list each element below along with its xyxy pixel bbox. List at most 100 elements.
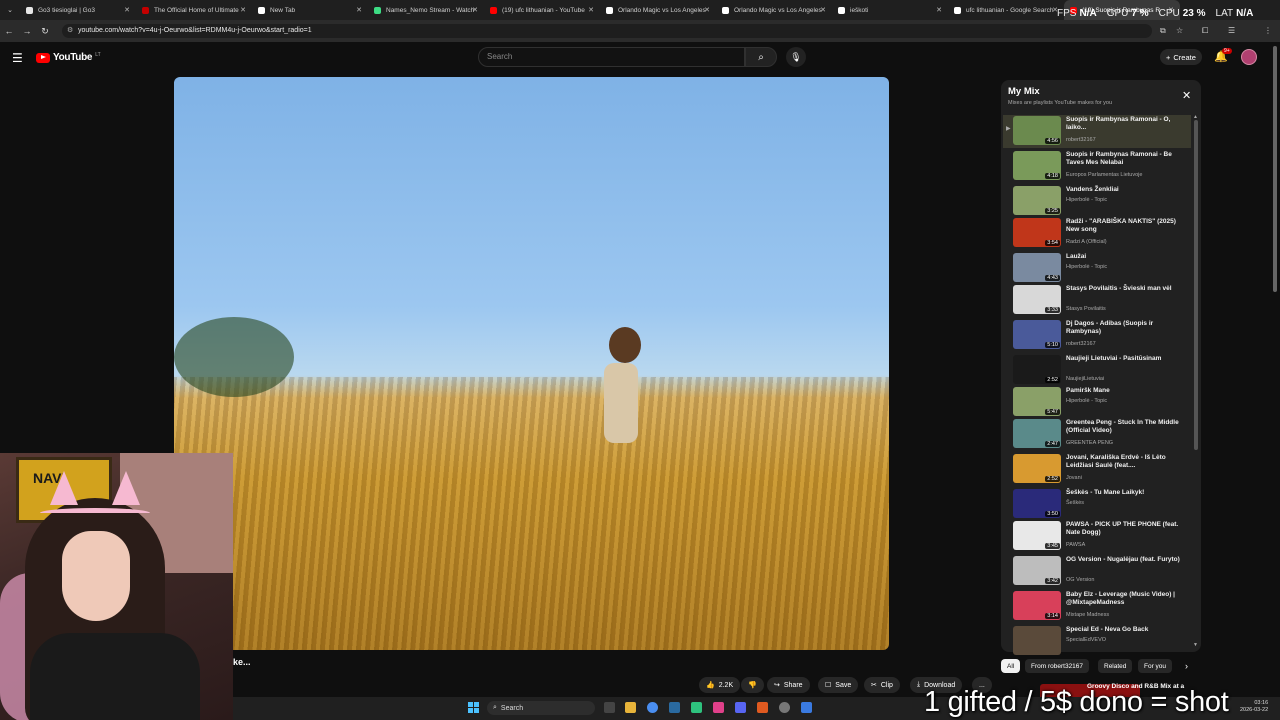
playlist-item-title[interactable]: Special Ed - Neva Go Back (1066, 626, 1184, 634)
chips-next-icon[interactable]: › (1185, 661, 1188, 671)
clip-button[interactable]: ✂ Clip (864, 677, 900, 693)
playlist-item[interactable]: 4:18 Suopis ir Rambynas Ramonai - Be Tave… (1003, 150, 1191, 183)
address-bar[interactable]: ⚙ youtube.com/watch?v=4u-j-Oeurwo&list=R… (62, 24, 1152, 38)
tab-close-icon[interactable]: ✕ (704, 6, 710, 14)
back-icon[interactable]: ← (0, 20, 18, 42)
playlist-item-thumbnail[interactable]: 3:50 (1013, 489, 1061, 518)
playlist-item[interactable]: 3:45 PAWSA - PICK UP THE PHONE (feat. Nat… (1003, 520, 1191, 553)
forward-icon[interactable]: → (18, 20, 36, 42)
cast-icon[interactable]: ⧉ (1160, 26, 1166, 36)
file-explorer-icon[interactable] (625, 702, 636, 713)
voice-search-button[interactable]: 🎙 (786, 47, 806, 67)
playlist-item[interactable]: Special Ed - Neva Go Back SpecialEdVEVO (1003, 625, 1191, 658)
app-icon-green[interactable] (691, 702, 702, 713)
browser-tab[interactable]: Orlando Magic vs Los Angeles ✕ (600, 0, 716, 20)
playlist-item-thumbnail[interactable]: 4:56 (1013, 116, 1061, 145)
account-avatar[interactable] (1241, 49, 1257, 65)
youtube-logo[interactable]: YouTube LT (36, 52, 101, 63)
extensions-icon[interactable]: ⧠ (1202, 26, 1208, 36)
playlist-item-title[interactable]: Stasys Povilaitis - Švieski man vėl (1066, 285, 1184, 293)
playlist-item[interactable]: 3:33 Stasys Povilaitis - Švieski man vėl S… (1003, 284, 1191, 317)
tab-search-menu-icon[interactable]: ⌄ (0, 0, 20, 20)
steam-icon[interactable] (669, 702, 680, 713)
tab-close-icon[interactable]: ✕ (588, 6, 594, 14)
create-button[interactable]: + Create (1160, 49, 1202, 65)
playlist-item[interactable]: 3:50 Šeškės - Tu Mane Laikyk! Šeškės (1003, 488, 1191, 521)
like-button[interactable]: 👍 2.2K (699, 677, 741, 693)
browser-tab[interactable]: (19) ufc lithuanian - YouTube ✕ (484, 0, 600, 20)
app-icon-blue[interactable] (801, 702, 812, 713)
tab-close-icon[interactable]: ✕ (820, 6, 826, 14)
tab-close-icon[interactable]: ✕ (472, 6, 478, 14)
page-scrollbar[interactable] (1273, 46, 1277, 292)
tab-close-icon[interactable]: ✕ (124, 6, 130, 14)
discord-icon[interactable] (735, 702, 746, 713)
playlist-item-title[interactable]: Suopis ir Rambynas Ramonai - O, laiko... (1066, 116, 1184, 133)
bookmark-star-icon[interactable]: ☆ (1176, 26, 1183, 35)
browser-tab[interactable]: Names_Nemo Stream - Watch ✕ (368, 0, 484, 20)
playlist-item[interactable]: 2:52 Naujieji Lietuviai - Pasitūsinam Nauj… (1003, 354, 1191, 387)
playlist-item-thumbnail[interactable]: 4:18 (1013, 151, 1061, 180)
browser-tab[interactable]: ufc lithuanian - Google Search ✕ (948, 0, 1064, 20)
tab-close-icon[interactable]: ✕ (936, 6, 942, 14)
playlist-item-thumbnail[interactable]: 2:52 (1013, 454, 1061, 483)
browser-tab[interactable]: ieškoti ✕ (832, 0, 948, 20)
playlist-item[interactable]: 5:10 Dj Dagos - Adibas (Suopis ir Rambyna… (1003, 319, 1191, 352)
chrome-icon[interactable] (647, 702, 658, 713)
dislike-button[interactable]: 👎 (741, 677, 764, 693)
browser-tab[interactable]: New Tab ✕ (252, 0, 368, 20)
taskbar-search[interactable]: ⌕ Search (487, 701, 595, 715)
playlist-item-title[interactable]: Dj Dagos - Adibas (Suopis ir Rambynas) (1066, 320, 1184, 337)
share-button[interactable]: ↪ Share (767, 677, 810, 693)
playlist-item-thumbnail[interactable]: 2:52 (1013, 355, 1061, 384)
tab-close-icon[interactable]: ✕ (356, 6, 362, 14)
playlist-item-thumbnail[interactable] (1013, 626, 1061, 655)
filter-chip[interactable]: From robert32167 (1025, 659, 1090, 673)
playlist-item-title[interactable]: Suopis ir Rambynas Ramonai - Be Taves Me… (1066, 151, 1184, 168)
playlist-item-title[interactable]: Vandens Ženkliai (1066, 186, 1184, 194)
playlist-item-title[interactable]: Šeškės - Tu Mane Laikyk! (1066, 489, 1184, 497)
search-button[interactable]: ⌕ (745, 47, 777, 67)
search-input[interactable]: Search (478, 47, 745, 67)
playlist-item-title[interactable]: Laužai (1066, 253, 1184, 261)
save-button[interactable]: ☐ Save (818, 677, 859, 693)
playlist-item-title[interactable]: Pamiršk Mane (1066, 387, 1184, 395)
playlist-item-thumbnail[interactable]: 3:25 (1013, 186, 1061, 215)
playlist-scrollbar[interactable] (1194, 120, 1198, 450)
playlist-item-thumbnail[interactable]: 3:42 (1013, 556, 1061, 585)
playlist-item-title[interactable]: Greentea Peng - Stuck In The Middle (Off… (1066, 419, 1184, 436)
site-info-icon[interactable]: ⚙ (67, 24, 73, 38)
playlist-item[interactable]: 2:52 Jovani, Karališka Erdvė - Iš Lėto Le… (1003, 453, 1191, 486)
windows-start-icon[interactable] (468, 702, 479, 713)
browser-menu-icon[interactable]: ⋮ (1264, 26, 1272, 35)
tab-close-icon[interactable]: ✕ (240, 6, 246, 14)
playlist-item-title[interactable]: Radži - "ARABIŠKA NAKTIS" (2025) New son… (1066, 218, 1184, 235)
filter-chip[interactable]: All (1001, 659, 1021, 673)
playlist-item-thumbnail[interactable]: 3:54 (1013, 218, 1061, 247)
playlist-item[interactable]: ▶ 4:56 Suopis ir Rambynas Ramonai - O, lai… (1003, 115, 1191, 148)
playlist-item-thumbnail[interactable]: 3:45 (1013, 521, 1061, 550)
playlist-item-thumbnail[interactable]: 4:43 (1013, 253, 1061, 282)
playlist-item-thumbnail[interactable]: 3:33 (1013, 285, 1061, 314)
playlist-item[interactable]: 4:43 Laužai Hiperbolė - Topic (1003, 252, 1191, 285)
playlist-item-thumbnail[interactable]: 5:47 (1013, 387, 1061, 416)
browser-tab[interactable]: The Official Home of Ultimate ✕ (136, 0, 252, 20)
browser-tab[interactable]: Orlando Magic vs Los Angeles ✕ (716, 0, 832, 20)
profile-menu-icon[interactable]: ☰ (1228, 26, 1235, 35)
filter-chip[interactable]: Related (1098, 659, 1133, 673)
playlist-item-thumbnail[interactable]: 5:10 (1013, 320, 1061, 349)
taskbar-clock[interactable]: 03:16 2026-03-22 (1240, 700, 1268, 714)
tiktok-icon[interactable] (713, 702, 724, 713)
task-view-icon[interactable] (604, 702, 615, 713)
brave-icon[interactable] (757, 702, 768, 713)
close-playlist-icon[interactable]: ✕ (1182, 89, 1191, 102)
playlist-item-title[interactable]: Jovani, Karališka Erdvė - Iš Lėto Leidži… (1066, 454, 1184, 471)
playlist-item[interactable]: 2:47 Greentea Peng - Stuck In The Middle … (1003, 418, 1191, 451)
playlist-item-title[interactable]: Baby Elz - Leverage (Music Video) | @Mix… (1066, 591, 1184, 608)
playlist-item-title[interactable]: PAWSA - PICK UP THE PHONE (feat. Nate Do… (1066, 521, 1184, 538)
video-player[interactable] (174, 77, 889, 650)
playlist-item[interactable]: 3:54 Radži - "ARABIŠKA NAKTIS" (2025) New… (1003, 217, 1191, 250)
playlist-item-thumbnail[interactable]: 2:47 (1013, 419, 1061, 448)
playlist-item[interactable]: 3:42 OG Version - Nugalėjau (feat. Furyto… (1003, 555, 1191, 588)
playlist-item-title[interactable]: Naujieji Lietuviai - Pasitūsinam (1066, 355, 1184, 363)
